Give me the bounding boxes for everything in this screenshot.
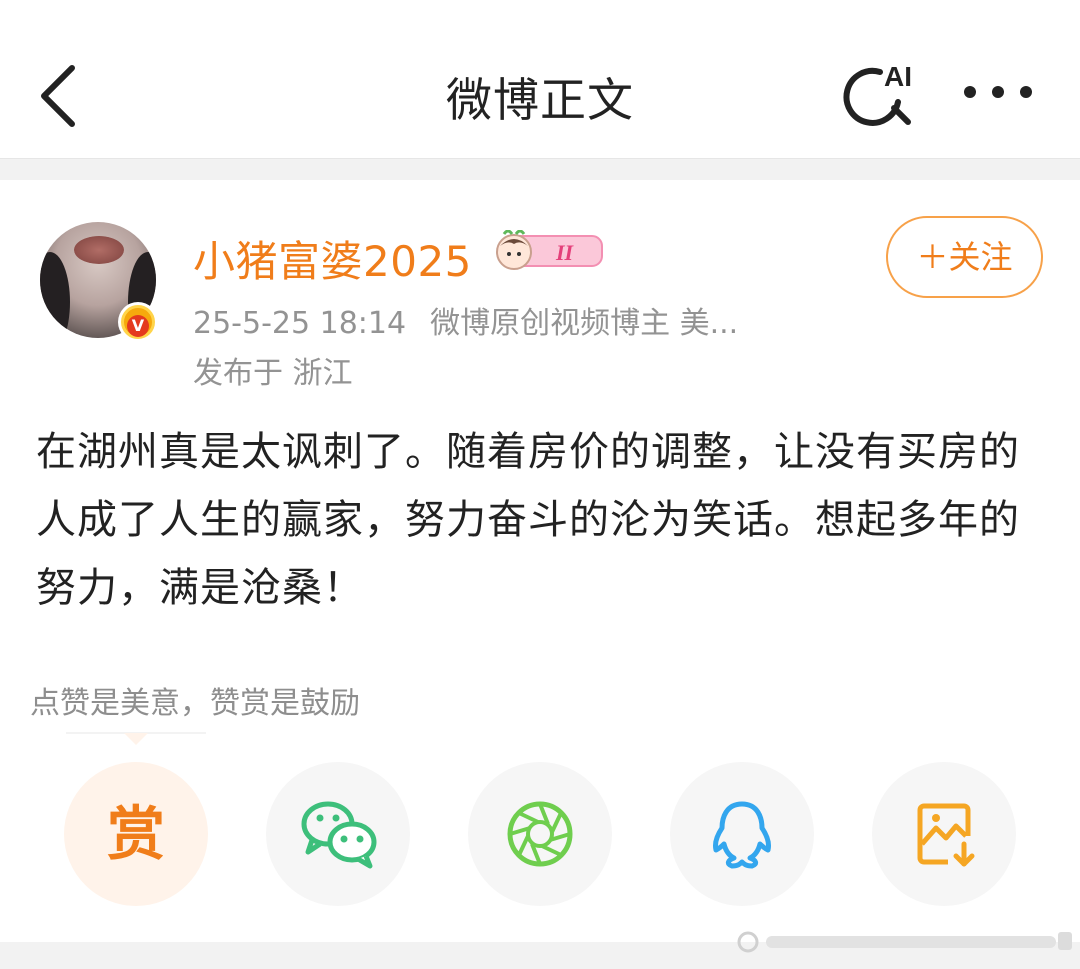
reward-button[interactable]: 赏 (64, 762, 208, 906)
section-divider (0, 158, 1080, 180)
author-name[interactable]: 小猪富婆2025 (193, 228, 472, 289)
ai-label: AI (884, 61, 912, 92)
level-badge-icon[interactable]: II (490, 230, 604, 272)
post-source: 微博原创视频博主 美... (430, 306, 739, 341)
ai-search-button[interactable]: AI (840, 58, 920, 130)
wechat-share-icon (301, 801, 377, 869)
share-row: 赏 (0, 762, 1080, 908)
level-label: II (555, 240, 575, 265)
ai-search-icon: AI (843, 61, 912, 126)
verified-v-icon: V (118, 302, 158, 342)
top-navbar: 微博正文 AI (0, 0, 1080, 158)
post-card: V 小猪富婆2025 II 25-5-25 18:14 微博原创视频博主 美...… (0, 180, 1080, 942)
reward-button-label: 赏 (106, 800, 165, 868)
reward-hint: 点赞是美意，赞赏是鼓励 (30, 686, 360, 721)
save-image-button[interactable] (872, 762, 1016, 906)
post-body: 在湖州真是太讽刺了。随着房价的调整，让没有买房的人成了人生的赢家，努力奋斗的沦为… (36, 429, 1020, 611)
hint-pointer (66, 732, 206, 745)
avatar-hair-left (40, 252, 70, 338)
qq-share-button[interactable] (670, 762, 814, 906)
post-timestamp: 25-5-25 18:14 (193, 306, 407, 341)
more-dots-icon (964, 86, 1032, 98)
weibo-post-page: 微博正文 AI V 小猪富婆2025 II 25-5-25 18:14 微博原创… (0, 0, 1080, 969)
watermark-logo (737, 931, 1072, 953)
more-button[interactable] (960, 72, 1036, 112)
qq-share-icon (713, 801, 771, 869)
save-image-icon (917, 803, 975, 867)
post-meta: 25-5-25 18:14 微博原创视频博主 美... (193, 298, 738, 342)
post-location: 发布于 浙江 (193, 356, 353, 391)
wechat-share-button[interactable] (266, 762, 410, 906)
follow-button[interactable]: ＋关注 (886, 216, 1043, 298)
moments-share-icon (507, 801, 573, 867)
moments-share-button[interactable] (468, 762, 612, 906)
avatar-lips (74, 236, 124, 264)
